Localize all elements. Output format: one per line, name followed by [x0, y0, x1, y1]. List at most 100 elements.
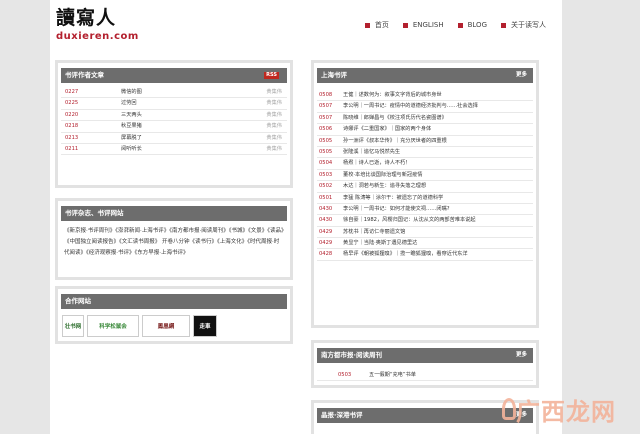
item-title[interactable]: 三天两头	[121, 110, 142, 120]
partner-logo[interactable]: 壮书网	[62, 315, 84, 337]
item-date: 0429	[319, 228, 333, 235]
item-date: 0430	[319, 217, 333, 224]
item-date: 0430	[319, 205, 333, 212]
list-item[interactable]: 0218 秋豆果猪 黄集伟	[61, 121, 287, 133]
top-nav: 首页 ENGLISH BLOG 关于读写人	[364, 20, 546, 30]
more-link[interactable]: 更多	[516, 68, 527, 83]
item-title[interactable]: 杨早评《朝被狐狸嗅》｜揽一瞻狐狸嗅，看穿近代东洋	[343, 249, 531, 259]
item-title[interactable]: 木达｜洞若与新生：追寻失落之理想	[343, 181, 531, 191]
item-author: 黄集伟	[266, 111, 282, 118]
item-date: 0505	[319, 148, 333, 155]
box-header: 书评作者文章 RSS	[61, 68, 287, 83]
item-date: 0428	[319, 251, 333, 258]
partner-logo[interactable]: 科学松鼠会	[87, 315, 139, 337]
item-title[interactable]: 诗娜评《二重国家》｜国家的两个身体	[343, 124, 531, 134]
item-title[interactable]: 董校·本培比谈国际治理与新冠疫情	[343, 170, 531, 180]
item-title[interactable]: 秋豆果猪	[121, 121, 142, 131]
item-author: 黄集伟	[266, 89, 282, 95]
list-item[interactable]: 0430 李公明｜一周书记：如何才能使文祠……闭嘴?	[317, 204, 533, 216]
item-title[interactable]: 孙一洲评《叔本华传》｜充分厌世者的四重根	[343, 136, 531, 146]
box-header: 晶报·深港书评 更多	[317, 408, 533, 423]
nav-label: 首页	[374, 21, 389, 29]
item-title[interactable]: 微信的图	[121, 87, 142, 97]
list-item[interactable]: 0505 孙一洲评《叔本华传》｜充分厌世者的四重根	[317, 136, 533, 147]
item-title[interactable]: 张隆溪｜追忆马悦然先生	[343, 147, 531, 157]
nav-label: ENGLISH	[412, 21, 444, 29]
nav-home[interactable]: 首页	[364, 20, 389, 30]
item-title[interactable]: 杨焄｜诗人已逝，诗人不朽！	[343, 158, 531, 168]
list-item[interactable]: 0429 苏枕书｜再访仁寺丽遗文馆	[317, 227, 533, 239]
list-item[interactable]: 0508 王健｜述数何为：叙事文字背后的城市身世	[317, 90, 533, 102]
item-title[interactable]: 黄显宁｜当陆·奥斯丁遇见德里达	[343, 238, 531, 248]
partner-logo[interactable]: 走車	[193, 315, 217, 337]
item-title[interactable]: 王健｜述数何为：叙事文字背后的城市身世	[343, 90, 531, 100]
list-item[interactable]: 0506 诗娜评《二重国家》｜国家的两个身体	[317, 124, 533, 136]
item-title[interactable]: 过劳回	[121, 98, 137, 108]
item-date: 0225	[65, 100, 79, 107]
list-item[interactable]: 0429 黄显宁｜当陆·奥斯丁遇见德里达	[317, 238, 533, 250]
item-author: 黄集伟	[266, 145, 282, 152]
item-title[interactable]: 李猛 陈涛等｜涂尔干：被遗忘了的道德科学	[343, 193, 531, 203]
item-date: 0501	[319, 194, 333, 201]
item-author: 黄集伟	[266, 134, 282, 141]
item-date: 0218	[65, 123, 79, 130]
item-date: 0429	[319, 240, 333, 247]
list-item[interactable]: 0225 过劳回 黄集伟	[61, 98, 287, 110]
item-title[interactable]: 徐自豪｜1982，风樱归国记：从沈从文的两部苦难本说起	[343, 215, 531, 225]
item-title[interactable]: 五一假期“充电”书单	[369, 370, 416, 380]
box-header: 合作网站	[61, 294, 287, 309]
square-bullet-icon	[402, 22, 408, 28]
list-item[interactable]: 0503 董校·本培比谈国际治理与新冠疫情	[317, 170, 533, 182]
article-list: 0508 王健｜述数何为：叙事文字背后的城市身世 0507 李公明｜一周书记：疫情中…	[317, 90, 533, 261]
list-item[interactable]: 0227 微信的图 黄集伟	[61, 87, 287, 99]
nav-about[interactable]: 关于读写人	[501, 20, 546, 30]
item-date: 0502	[319, 183, 333, 190]
list-item[interactable]: 0501 李猛 陈涛等｜涂尔干：被遗忘了的道德科学	[317, 193, 533, 204]
list-item[interactable]: 0502 木达｜洞若与新生：追寻失落之理想	[317, 181, 533, 193]
box-header: 书评杂志、书评网站	[61, 206, 287, 221]
box-header: 上海书评 更多	[317, 68, 533, 83]
list-item[interactable]: 0213 屏幕脱了 黄集伟	[61, 133, 287, 144]
item-date: 0211	[65, 145, 79, 152]
box-title: 晶报·深港书评	[321, 411, 363, 419]
nav-blog[interactable]: BLOG	[457, 20, 487, 30]
item-author: 黄集伟	[266, 100, 282, 107]
item-title[interactable]: 阅听听长	[121, 144, 142, 154]
list-item[interactable]: 0504 杨焄｜诗人已逝，诗人不朽！	[317, 158, 533, 170]
nav-english[interactable]: ENGLISH	[402, 20, 444, 30]
article-list: 0227 微信的图 黄集伟 0225 过劳回 黄集伟 0220 三天两头 黄集伟 0218 秋…	[61, 87, 287, 156]
list-item[interactable]: 0211 阅听听长 黄集伟	[61, 144, 287, 156]
item-title[interactable]: 李公明｜一周书记：疫情中的道德经济批判与……社会选择	[343, 101, 531, 111]
site-logo[interactable]: 讀寫人	[56, 7, 116, 29]
box-title: 合作网站	[65, 297, 91, 305]
more-link[interactable]: 更多	[516, 348, 527, 363]
partners-box: 合作网站 壮书网 科学松鼠会 鳳凰網 走車	[55, 286, 293, 344]
list-item[interactable]: 0428 杨早评《朝被狐狸嗅》｜揽一瞻狐狸嗅，看穿近代东洋	[317, 249, 533, 261]
list-item[interactable]: 0503 五一假期“充电”书单	[317, 370, 533, 382]
list-item[interactable]: 0507 陈晓维｜郎婵昌与《校注项氏历代名瓷图谱》	[317, 113, 533, 125]
magazine-links[interactable]: 《新京报·书评周刊》《澎湃新闻·上海书评》《南方都市报·阅读周刊》《书城》《文景…	[64, 226, 284, 259]
item-title[interactable]: 陈晓维｜郎婵昌与《校注项氏历代名瓷图谱》	[343, 113, 531, 123]
box-title: 上海书评	[321, 71, 347, 79]
nav-label: BLOG	[467, 21, 487, 29]
rss-icon[interactable]: RSS	[264, 72, 279, 79]
item-title[interactable]: 苏枕书｜再访仁寺丽遗文馆	[343, 227, 531, 237]
square-bullet-icon	[501, 22, 506, 28]
list-item[interactable]: 0430 徐自豪｜1982，风樱归国记：从沈从文的两部苦难本说起	[317, 215, 533, 227]
square-bullet-icon	[364, 22, 370, 28]
page-container: 讀寫人 duxieren.com 首页 ENGLISH BLOG 关于读写人 书…	[50, 0, 562, 434]
watermark-logo-icon	[502, 398, 516, 420]
site-logo-domain[interactable]: duxieren.com	[56, 31, 139, 43]
list-item[interactable]: 0507 李公明｜一周书记：疫情中的道德经济批判与……社会选择	[317, 101, 533, 113]
item-title[interactable]: 屏幕脱了	[121, 133, 142, 143]
item-date: 0508	[319, 92, 333, 98]
item-date: 0506	[319, 126, 333, 133]
item-date: 0507	[319, 103, 333, 110]
item-date: 0213	[65, 134, 79, 141]
square-bullet-icon	[457, 22, 463, 28]
item-date: 0220	[65, 111, 79, 118]
list-item[interactable]: 0220 三天两头 黄集伟	[61, 110, 287, 122]
list-item[interactable]: 0505 张隆溪｜追忆马悦然先生	[317, 147, 533, 159]
partner-logo[interactable]: 鳳凰網	[142, 315, 190, 337]
item-title[interactable]: 李公明｜一周书记：如何才能使文祠……闭嘴?	[343, 204, 531, 214]
